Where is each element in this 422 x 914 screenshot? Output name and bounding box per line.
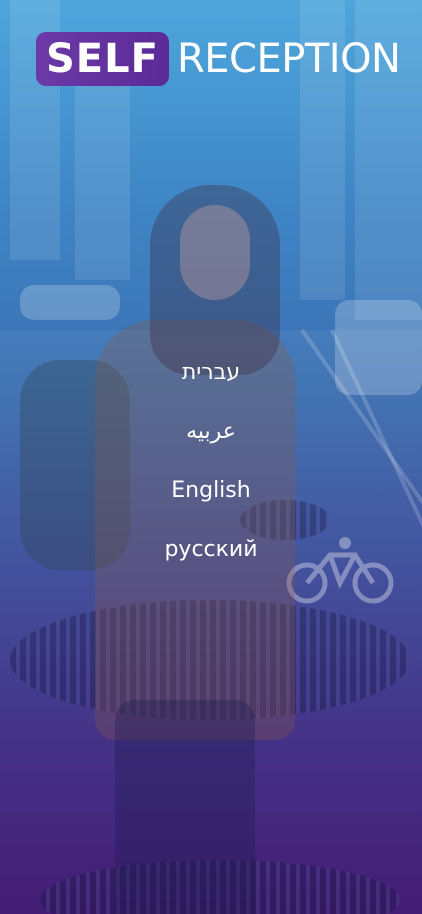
app-logo: SELF RECEPTION xyxy=(36,32,401,86)
language-list: עברית عربيه English русский xyxy=(0,352,422,588)
language-option-russian[interactable]: русский xyxy=(151,529,271,588)
logo-reception-text: RECEPTION xyxy=(176,36,401,82)
language-option-hebrew[interactable]: עברית xyxy=(151,352,271,411)
car xyxy=(20,285,120,320)
language-option-arabic[interactable]: عربيه xyxy=(151,411,271,470)
logo-self-badge: SELF xyxy=(36,32,169,86)
person-legs xyxy=(115,700,255,914)
person-face xyxy=(180,205,250,300)
language-select-screen: SELF RECEPTION עברית عربيه English русск… xyxy=(0,0,422,914)
language-option-english[interactable]: English xyxy=(151,470,271,529)
